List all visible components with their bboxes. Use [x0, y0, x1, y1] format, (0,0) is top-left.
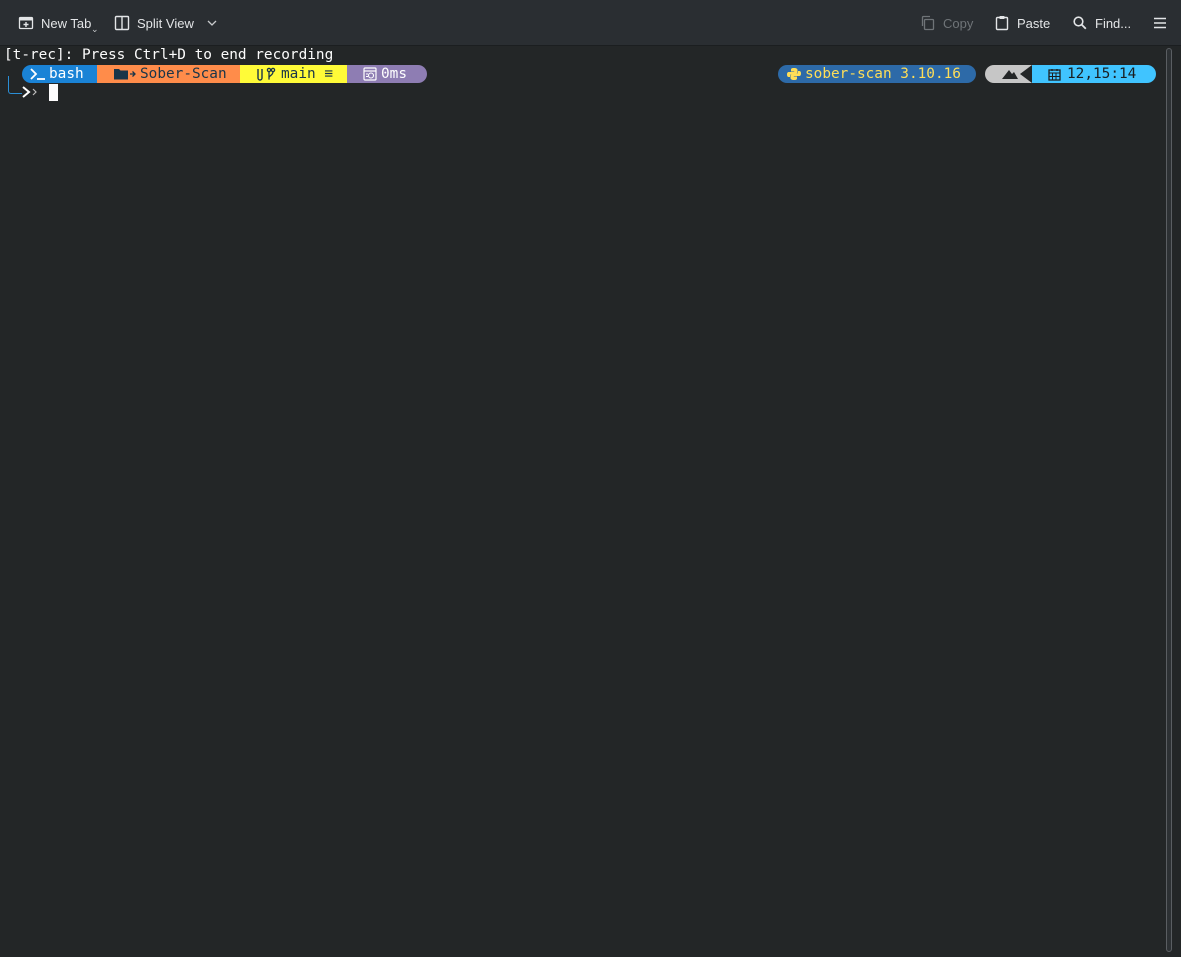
new-tab-icon — [18, 16, 34, 30]
prompt-clock-segment: 12,15:14 — [1032, 65, 1156, 83]
prompt-python-segment: sober-scan 3.10.16 — [778, 65, 976, 83]
split-view-icon — [114, 15, 130, 31]
prompt-directory-label: Sober-Scan — [140, 66, 227, 82]
copy-label: Copy — [943, 15, 974, 31]
copy-icon — [921, 15, 935, 31]
scrollbar-thumb[interactable] — [1166, 48, 1172, 952]
chevron-down-icon[interactable] — [206, 17, 218, 29]
folder-icon — [114, 69, 136, 80]
python-icon — [787, 68, 801, 80]
find-button[interactable]: Find... — [1066, 8, 1137, 38]
prompt-frame — [8, 76, 22, 94]
find-label: Find... — [1095, 15, 1132, 31]
paste-label: Paste — [1017, 15, 1051, 31]
segment-separator — [1020, 65, 1032, 83]
terminal-icon — [30, 68, 45, 80]
prompt-shell-label: bash — [49, 66, 84, 82]
new-tab-button[interactable]: New Tab ⌄ — [12, 8, 99, 38]
chevron-right-icon — [22, 86, 37, 98]
split-view-label: Split View — [137, 15, 194, 31]
prompt-input-marker — [21, 83, 41, 101]
prompt-duration-label: 0ms — [381, 66, 407, 82]
calendar-icon — [1048, 68, 1061, 81]
stopwatch-icon — [363, 67, 377, 81]
terminal-cursor — [49, 84, 58, 101]
copy-button[interactable]: Copy — [914, 8, 979, 38]
menu-button[interactable] — [1146, 8, 1174, 38]
chevron-down-icon: ⌄ — [91, 24, 99, 34]
new-tab-label: New Tab — [41, 15, 92, 31]
prompt-branch-label: main ≡ — [281, 66, 333, 82]
search-icon — [1073, 16, 1087, 30]
prompt-directory-segment: Sober-Scan — [97, 65, 248, 83]
prompt-duration-segment: 0ms — [347, 65, 427, 83]
git-branch-icon — [257, 67, 276, 81]
prompt-python-label: sober-scan 3.10.16 — [805, 66, 961, 82]
shell-icon — [1002, 70, 1018, 79]
hamburger-menu-icon — [1154, 17, 1166, 29]
prompt-clock-label: 12,15:14 — [1067, 66, 1137, 82]
paste-button[interactable]: Paste — [988, 8, 1056, 38]
terminal-view[interactable]: [t-rec]: Press Ctrl+D to end recording b… — [0, 46, 1160, 957]
terminal-output-line: [t-rec]: Press Ctrl+D to end recording — [4, 47, 334, 63]
split-view-button[interactable]: Split View — [108, 8, 224, 38]
prompt-shell-segment: bash — [22, 65, 102, 83]
toolbar: New Tab ⌄ Split View Copy Paste Find... — [0, 0, 1181, 46]
vertical-scrollbar[interactable] — [1162, 46, 1176, 955]
prompt-git-segment: main ≡ — [240, 65, 354, 83]
paste-icon — [995, 16, 1009, 31]
